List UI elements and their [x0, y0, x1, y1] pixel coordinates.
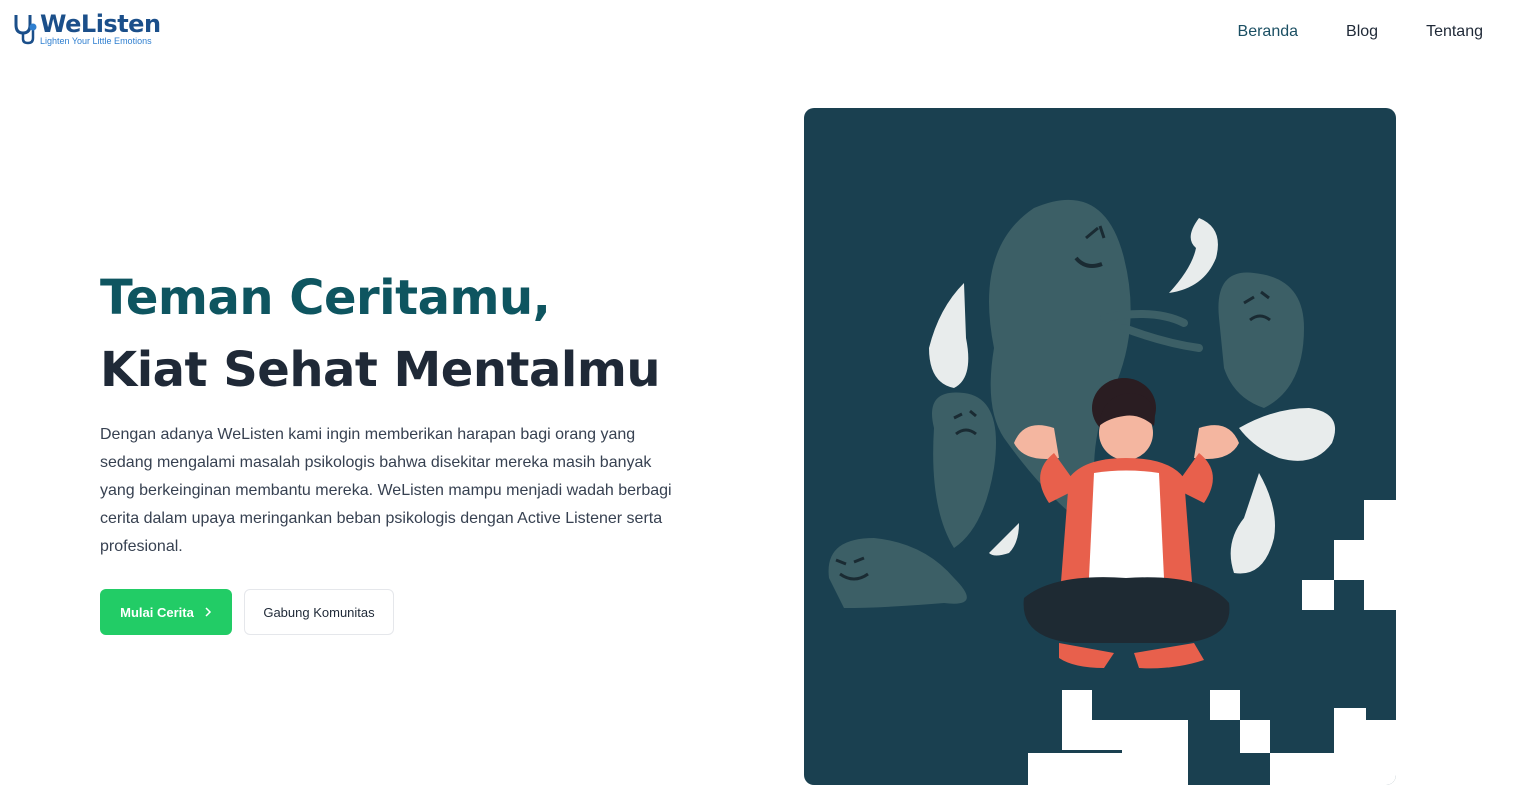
hero-title: Teman Ceritamu, Kiat Sehat Mentalmu: [100, 262, 661, 406]
brand-tagline: Lighten Your Little Emotions: [40, 36, 152, 46]
start-story-label: Mulai Cerita: [120, 604, 194, 620]
logo[interactable]: WeListen Lighten Your Little Emotions: [12, 12, 182, 52]
nav-blog[interactable]: Blog: [1346, 20, 1378, 44]
main-nav: Beranda Blog Tentang: [1238, 20, 1483, 44]
nav-tentang[interactable]: Tentang: [1426, 20, 1483, 44]
hero-description: Dengan adanya WeListen kami ingin member…: [100, 426, 672, 555]
nav-beranda[interactable]: Beranda: [1238, 20, 1299, 44]
hero-title-line2: Kiat Sehat Mentalmu: [100, 342, 661, 398]
stethoscope-icon: [14, 15, 37, 45]
brand-name: WeListen: [40, 10, 161, 38]
hero-illustration: [804, 108, 1396, 785]
join-community-button[interactable]: Gabung Komunitas: [244, 589, 394, 635]
anxious-woman-ghosts-illustration: [828, 199, 1396, 785]
chevron-right-icon: [205, 607, 211, 617]
hero-title-line1: Teman Ceritamu,: [100, 270, 551, 326]
join-community-label: Gabung Komunitas: [263, 604, 375, 620]
start-story-button[interactable]: Mulai Cerita: [100, 589, 232, 635]
